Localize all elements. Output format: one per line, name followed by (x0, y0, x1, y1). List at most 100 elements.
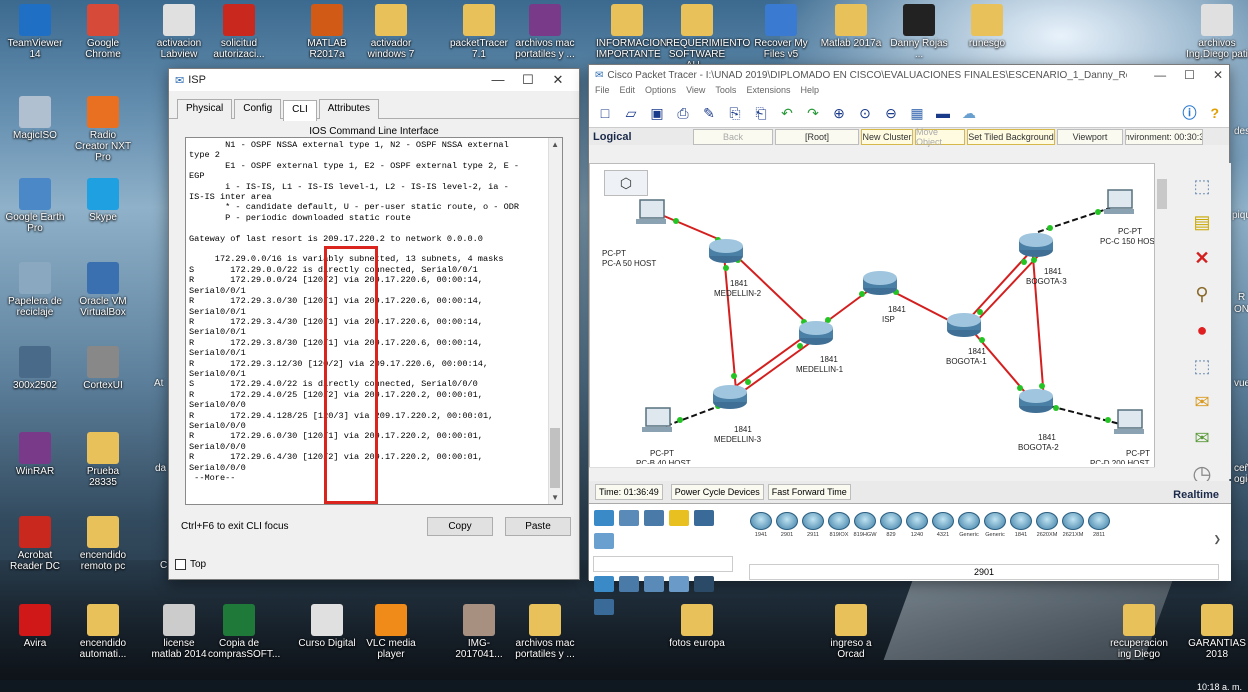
logical-workspace[interactable]: PC-PT PC-A 50 HOST 1841 MEDELLIN-2 1841 ISP 18… (589, 163, 1160, 479)
copy-icon[interactable]: ⎘ (725, 103, 745, 123)
router-node[interactable]: 1841ISP (863, 271, 906, 324)
folder-icon[interactable] (611, 4, 643, 36)
environment-button[interactable]: Environment: 00:30:30 (1125, 128, 1203, 145)
desktop-shortcut[interactable]: Danny Rojas ... (888, 4, 950, 60)
desktop-shortcut[interactable]: solicitud autorizaci... (208, 4, 270, 60)
recycle-icon[interactable] (19, 262, 51, 294)
router-icon[interactable] (1010, 512, 1032, 530)
pt-titlebar[interactable]: ✉ Cisco Packet Tracer - I:\UNAD 2019\DIP… (589, 65, 1229, 85)
fast-forward-button[interactable]: Fast Forward Time (767, 484, 851, 500)
cli-scroll-thumb[interactable] (550, 428, 560, 488)
router-model-item[interactable]: 2811 (1087, 512, 1111, 538)
viewport-button[interactable]: Viewport (1057, 128, 1123, 145)
router-icon[interactable] (802, 512, 824, 530)
acrobat-icon[interactable] (19, 516, 51, 548)
desktop-shortcut[interactable]: archivos mac portatiles y ... (514, 4, 576, 60)
router-model-item[interactable]: 819IOX (827, 512, 851, 538)
router-node[interactable]: PC-PTPC-A 50 HOST (602, 199, 666, 268)
desktop-shortcut[interactable]: IMG-2017041... (448, 604, 510, 660)
desktop-shortcut-label[interactable]: MATLAB R2017a (296, 38, 358, 60)
folder-icon[interactable] (529, 604, 561, 636)
tab-physical[interactable]: Physical (177, 99, 233, 119)
inspect-tool-icon[interactable]: ⚲ (1189, 281, 1215, 307)
disc-icon[interactable] (19, 96, 51, 128)
zoom-reset-icon[interactable]: ⊙ (855, 103, 875, 123)
image-icon[interactable] (19, 346, 51, 378)
router-model-item[interactable]: Generic (983, 512, 1007, 538)
router-icon[interactable] (880, 512, 902, 530)
desktop-shortcut-label[interactable]: Avira (4, 638, 66, 649)
copy-button[interactable]: Copy (427, 517, 493, 536)
desktop-shortcut[interactable]: Google Earth Pro (4, 178, 66, 234)
close-icon[interactable]: ✕ (1213, 68, 1223, 82)
folder-icon[interactable] (1201, 604, 1233, 636)
maximize-icon[interactable]: ☐ (1184, 68, 1195, 82)
scroll-up-icon[interactable]: ▲ (551, 140, 559, 149)
matlab-icon[interactable] (311, 4, 343, 36)
router-model-item[interactable]: 819HGW (853, 512, 877, 538)
router-icon[interactable] (713, 385, 747, 399)
file-icon[interactable] (903, 4, 935, 36)
folder-icon[interactable] (971, 4, 1003, 36)
desktop-shortcut[interactable]: Acrobat Reader DC (4, 516, 66, 572)
desktop-shortcut-label[interactable]: license matlab 2014 (148, 638, 210, 660)
workspace-scroll-thumb[interactable] (1157, 179, 1167, 209)
router-model-item[interactable]: 2901 (775, 512, 799, 538)
teamviewer-icon[interactable] (19, 4, 51, 36)
folder-icon[interactable] (87, 432, 119, 464)
checkbox-icon[interactable] (175, 559, 186, 570)
desktop-shortcut[interactable]: INFORMACION IMPORTANTE (596, 4, 667, 60)
isp-titlebar[interactable]: ✉ ISP — ☐ ✕ (169, 69, 579, 91)
open-folder-icon[interactable]: ▱ (621, 103, 641, 123)
folder-icon[interactable] (87, 604, 119, 636)
realtime-mode-label[interactable]: Realtime (1173, 489, 1219, 501)
wan-emulation-icon[interactable] (594, 599, 614, 615)
topology-diagram[interactable]: PC-PTPC-A 50 HOST1841MEDELLIN-21841ISP18… (590, 164, 1160, 468)
desktop-shortcut[interactable]: Papelera de reciclaje (4, 262, 66, 318)
select-tool-icon[interactable]: ⬚ (1189, 173, 1215, 199)
desktop-shortcut[interactable]: MATLAB R2017a (296, 4, 358, 60)
vlc-icon[interactable] (375, 604, 407, 636)
taskbar-clock[interactable]: 10:18 a. m. (1197, 682, 1242, 692)
hubs-icon[interactable] (644, 576, 665, 592)
pc-icon[interactable] (1107, 189, 1133, 209)
help-icon[interactable]: ? (1210, 105, 1219, 121)
router-node[interactable]: 1841BOGOTA-2 (1018, 389, 1059, 452)
cortex-icon[interactable] (87, 346, 119, 378)
desktop-shortcut-label[interactable]: ingreso a Orcad (820, 638, 882, 660)
end-devices-icon[interactable] (619, 510, 640, 526)
tab-config[interactable]: Config (234, 99, 282, 119)
packet-tracer-window[interactable]: ✉ Cisco Packet Tracer - I:\UNAD 2019\DIP… (588, 64, 1231, 615)
cli-console[interactable]: N1 - OSPF NSSA external type 1, N2 - OSP… (185, 137, 563, 505)
desktop-shortcut[interactable]: Avira (4, 604, 66, 649)
misc-icon[interactable] (694, 510, 715, 526)
isp-window[interactable]: ✉ ISP — ☐ ✕ Physical Config CLI Attribut… (168, 68, 580, 580)
desktop-shortcut[interactable]: REQUERIMIENTO SOFTWARE AU... (666, 4, 750, 71)
power-cycle-button[interactable]: Power Cycle Devices (670, 484, 764, 500)
multiuser-icon[interactable] (594, 533, 614, 549)
desktop-shortcut-label[interactable]: recuperacion ing Diego (1108, 638, 1170, 660)
cloud-icon[interactable]: ☁ (959, 103, 979, 123)
custom-device-icon[interactable]: ▬ (933, 103, 953, 123)
delete-tool-icon[interactable]: ✕ (1189, 245, 1215, 271)
desktop-shortcut-label[interactable]: packetTracer 7.1 (448, 38, 510, 60)
desktop-shortcut[interactable]: Copia de comprasSOFT... (208, 604, 280, 660)
router-icon[interactable] (906, 512, 928, 530)
winrar-icon[interactable] (19, 432, 51, 464)
router-icon[interactable] (1019, 233, 1053, 247)
desktop-shortcut[interactable]: archivos mac portatiles y ... (514, 604, 576, 660)
router-model-item[interactable]: 2911 (801, 512, 825, 538)
router-icon[interactable] (776, 512, 798, 530)
folder-icon[interactable] (87, 516, 119, 548)
router-model-item[interactable]: 2620XM (1035, 512, 1059, 538)
desktop-shortcut[interactable]: runesgo (956, 4, 1018, 49)
resize-shape-icon[interactable]: ⬚ (1189, 353, 1215, 379)
avira-icon[interactable] (19, 604, 51, 636)
maximize-icon[interactable]: ☐ (513, 72, 543, 88)
photo-icon[interactable] (463, 604, 495, 636)
menu-view[interactable]: View (686, 85, 705, 99)
desktop-shortcut[interactable]: packetTracer 7.1 (448, 4, 510, 60)
recover-icon[interactable] (765, 4, 797, 36)
logical-label[interactable]: Logical (589, 131, 693, 143)
desktop-shortcut-label[interactable]: VLC media player (360, 638, 422, 660)
